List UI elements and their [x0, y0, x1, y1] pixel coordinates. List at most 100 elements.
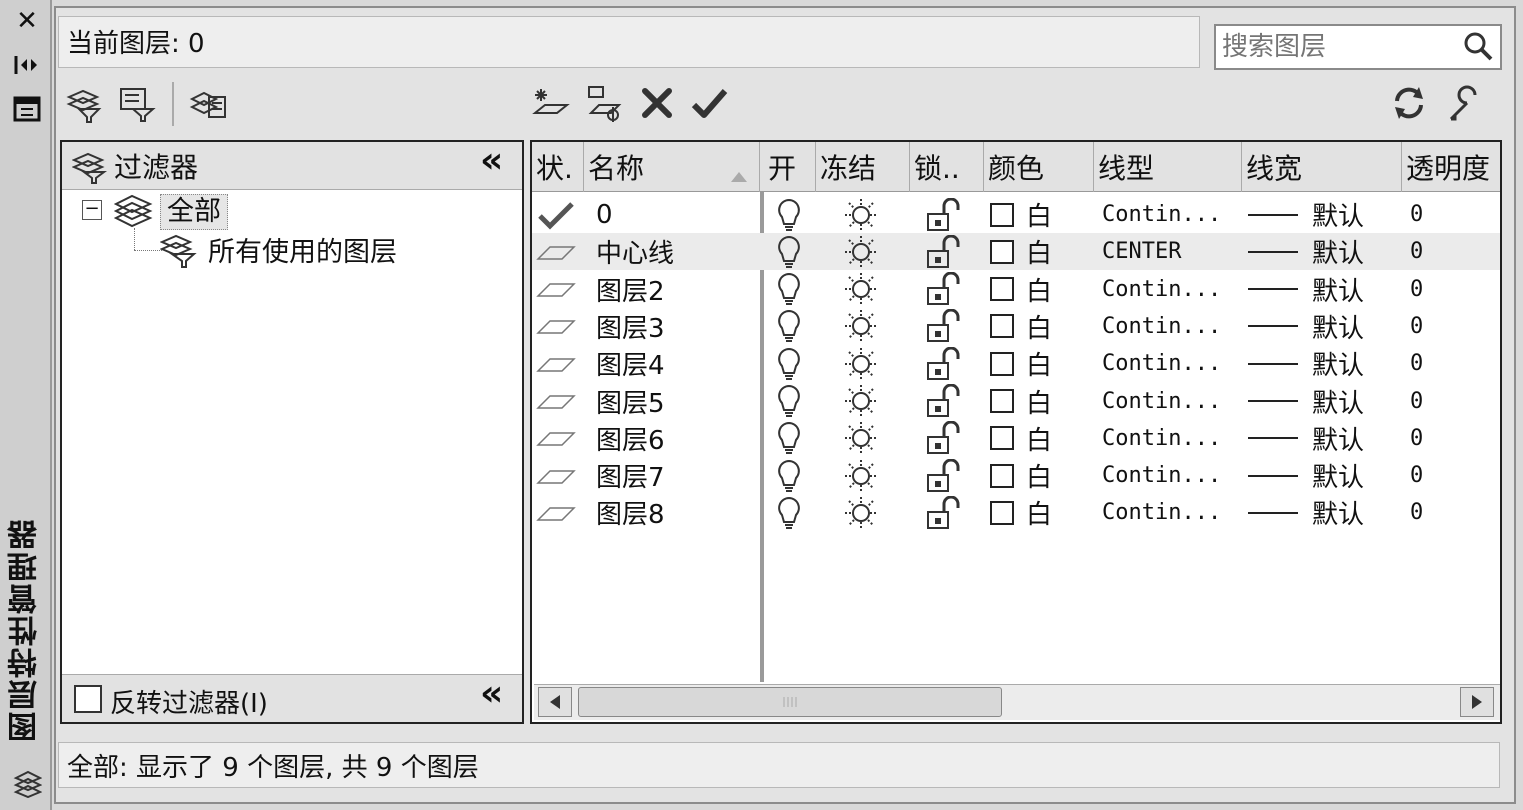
linetype[interactable]: Contin...	[1102, 457, 1242, 494]
linetype[interactable]: Contin...	[1102, 383, 1242, 420]
new-group-filter-icon[interactable]	[116, 82, 158, 124]
layer-name[interactable]: 图层6	[596, 420, 756, 457]
layer-name[interactable]: 图层4	[596, 345, 756, 382]
transparency[interactable]: 0	[1410, 271, 1470, 308]
layer-name[interactable]: 0	[596, 196, 756, 233]
unlocked-icon[interactable]	[926, 494, 966, 531]
sun-thawed-icon[interactable]	[844, 196, 884, 233]
linetype[interactable]: Contin...	[1102, 420, 1242, 457]
color-swatch[interactable]	[990, 383, 1018, 420]
lineweight[interactable]: 默认	[1312, 420, 1382, 457]
transparency[interactable]: 0	[1410, 308, 1470, 345]
linetype[interactable]: Contin...	[1102, 308, 1242, 345]
layer-name[interactable]: 图层7	[596, 457, 756, 494]
unlocked-icon[interactable]	[926, 345, 966, 382]
unlocked-icon[interactable]	[926, 457, 966, 494]
search-input[interactable]	[1214, 24, 1502, 70]
table-row[interactable]: 图层5 白 Contin... 默认 0	[532, 383, 1500, 420]
set-current-icon[interactable]	[688, 82, 730, 124]
scroll-thumb[interactable]	[578, 687, 1002, 717]
transparency[interactable]: 0	[1410, 420, 1470, 457]
sun-thawed-icon[interactable]	[844, 233, 884, 270]
color-swatch[interactable]	[990, 308, 1018, 345]
layer-name[interactable]: 图层5	[596, 383, 756, 420]
transparency[interactable]: 0	[1410, 383, 1470, 420]
unlocked-icon[interactable]	[926, 271, 966, 308]
bulb-on-icon[interactable]	[776, 233, 808, 270]
lineweight[interactable]: 默认	[1312, 308, 1382, 345]
layer-states-manager-icon[interactable]	[188, 82, 230, 124]
new-layer-vp-frozen-icon[interactable]	[584, 82, 626, 124]
color-swatch[interactable]	[990, 271, 1018, 308]
bulb-on-icon[interactable]	[776, 494, 808, 531]
horizontal-scrollbar[interactable]	[534, 684, 1500, 720]
bulb-on-icon[interactable]	[776, 271, 808, 308]
lineweight[interactable]: 默认	[1312, 271, 1382, 308]
unlocked-icon[interactable]	[926, 383, 966, 420]
color-swatch[interactable]	[990, 494, 1018, 531]
unlocked-icon[interactable]	[926, 233, 966, 270]
unlocked-icon[interactable]	[926, 420, 966, 457]
column-header-linetype[interactable]: 线型	[1094, 142, 1242, 192]
linetype[interactable]: Contin...	[1102, 494, 1242, 531]
search-icon[interactable]	[1462, 30, 1494, 62]
sun-thawed-icon[interactable]	[844, 345, 884, 382]
layer-name[interactable]: 图层2	[596, 271, 756, 308]
column-header-freeze[interactable]: 冻结	[816, 142, 910, 192]
lineweight[interactable]: 默认	[1312, 345, 1382, 382]
table-row[interactable]: 图层3 白 Contin... 默认 0	[532, 308, 1500, 345]
column-header-transparency[interactable]: 透明度	[1402, 142, 1500, 192]
table-row[interactable]: 0 白 Contin... 默认 0	[532, 196, 1500, 233]
color-swatch[interactable]	[990, 420, 1018, 457]
refresh-icon[interactable]	[1388, 82, 1430, 124]
transparency[interactable]: 0	[1410, 345, 1470, 382]
table-row[interactable]: 中心线 白 CENTER 默认 0	[532, 233, 1500, 271]
bulb-on-icon[interactable]	[776, 345, 808, 382]
table-row[interactable]: 图层4 白 Contin... 默认 0	[532, 345, 1500, 382]
table-row[interactable]: 图层2 白 Contin... 默认 0	[532, 271, 1500, 308]
bulb-on-icon[interactable]	[776, 196, 808, 233]
scroll-right-button[interactable]	[1460, 687, 1494, 717]
transparency[interactable]: 0	[1410, 494, 1470, 531]
sun-thawed-icon[interactable]	[844, 383, 884, 420]
column-header-lock[interactable]: 锁..	[910, 142, 984, 192]
color-swatch[interactable]	[990, 345, 1018, 382]
color-swatch[interactable]	[990, 457, 1018, 494]
new-layer-icon[interactable]	[530, 82, 572, 124]
bulb-on-icon[interactable]	[776, 420, 808, 457]
transparency[interactable]: 0	[1410, 457, 1470, 494]
transparency[interactable]: 0	[1410, 196, 1470, 233]
lineweight[interactable]: 默认	[1312, 457, 1382, 494]
column-header-on[interactable]: 开	[764, 142, 816, 192]
column-header-lineweight[interactable]: 线宽	[1242, 142, 1402, 192]
linetype[interactable]: Contin...	[1102, 345, 1242, 382]
column-header-color[interactable]: 颜色	[984, 142, 1094, 192]
sun-thawed-icon[interactable]	[844, 494, 884, 531]
lineweight[interactable]: 默认	[1312, 233, 1382, 270]
properties-menu-icon[interactable]	[12, 94, 42, 124]
layer-name[interactable]: 中心线	[596, 233, 756, 270]
tree-collapse-toggle[interactable]: −	[82, 200, 102, 220]
invert-filter-checkbox[interactable]	[74, 685, 102, 713]
tree-item-used-layers[interactable]: 所有使用的图层	[208, 230, 397, 269]
layer-name[interactable]: 图层3	[596, 308, 756, 345]
table-row[interactable]: 图层8 白 Contin... 默认 0	[532, 494, 1500, 531]
bulb-on-icon[interactable]	[776, 308, 808, 345]
sun-thawed-icon[interactable]	[844, 420, 884, 457]
bulb-on-icon[interactable]	[776, 383, 808, 420]
sun-thawed-icon[interactable]	[844, 457, 884, 494]
linetype[interactable]: Contin...	[1102, 196, 1242, 233]
auto-hide-icon[interactable]	[12, 50, 42, 80]
collapse-filter-pane-button[interactable]: «	[480, 673, 503, 714]
close-icon[interactable]: ✕	[12, 6, 42, 36]
layer-name[interactable]: 图层8	[596, 494, 756, 531]
settings-wrench-icon[interactable]	[1444, 82, 1486, 124]
column-header-status[interactable]: 状.	[532, 142, 584, 192]
lineweight[interactable]: 默认	[1312, 196, 1382, 233]
bulb-on-icon[interactable]	[776, 457, 808, 494]
scroll-left-button[interactable]	[538, 687, 572, 717]
table-row[interactable]: 图层6 白 Contin... 默认 0	[532, 420, 1500, 457]
sun-thawed-icon[interactable]	[844, 271, 884, 308]
delete-layer-icon[interactable]	[636, 82, 678, 124]
new-property-filter-icon[interactable]	[64, 82, 106, 124]
